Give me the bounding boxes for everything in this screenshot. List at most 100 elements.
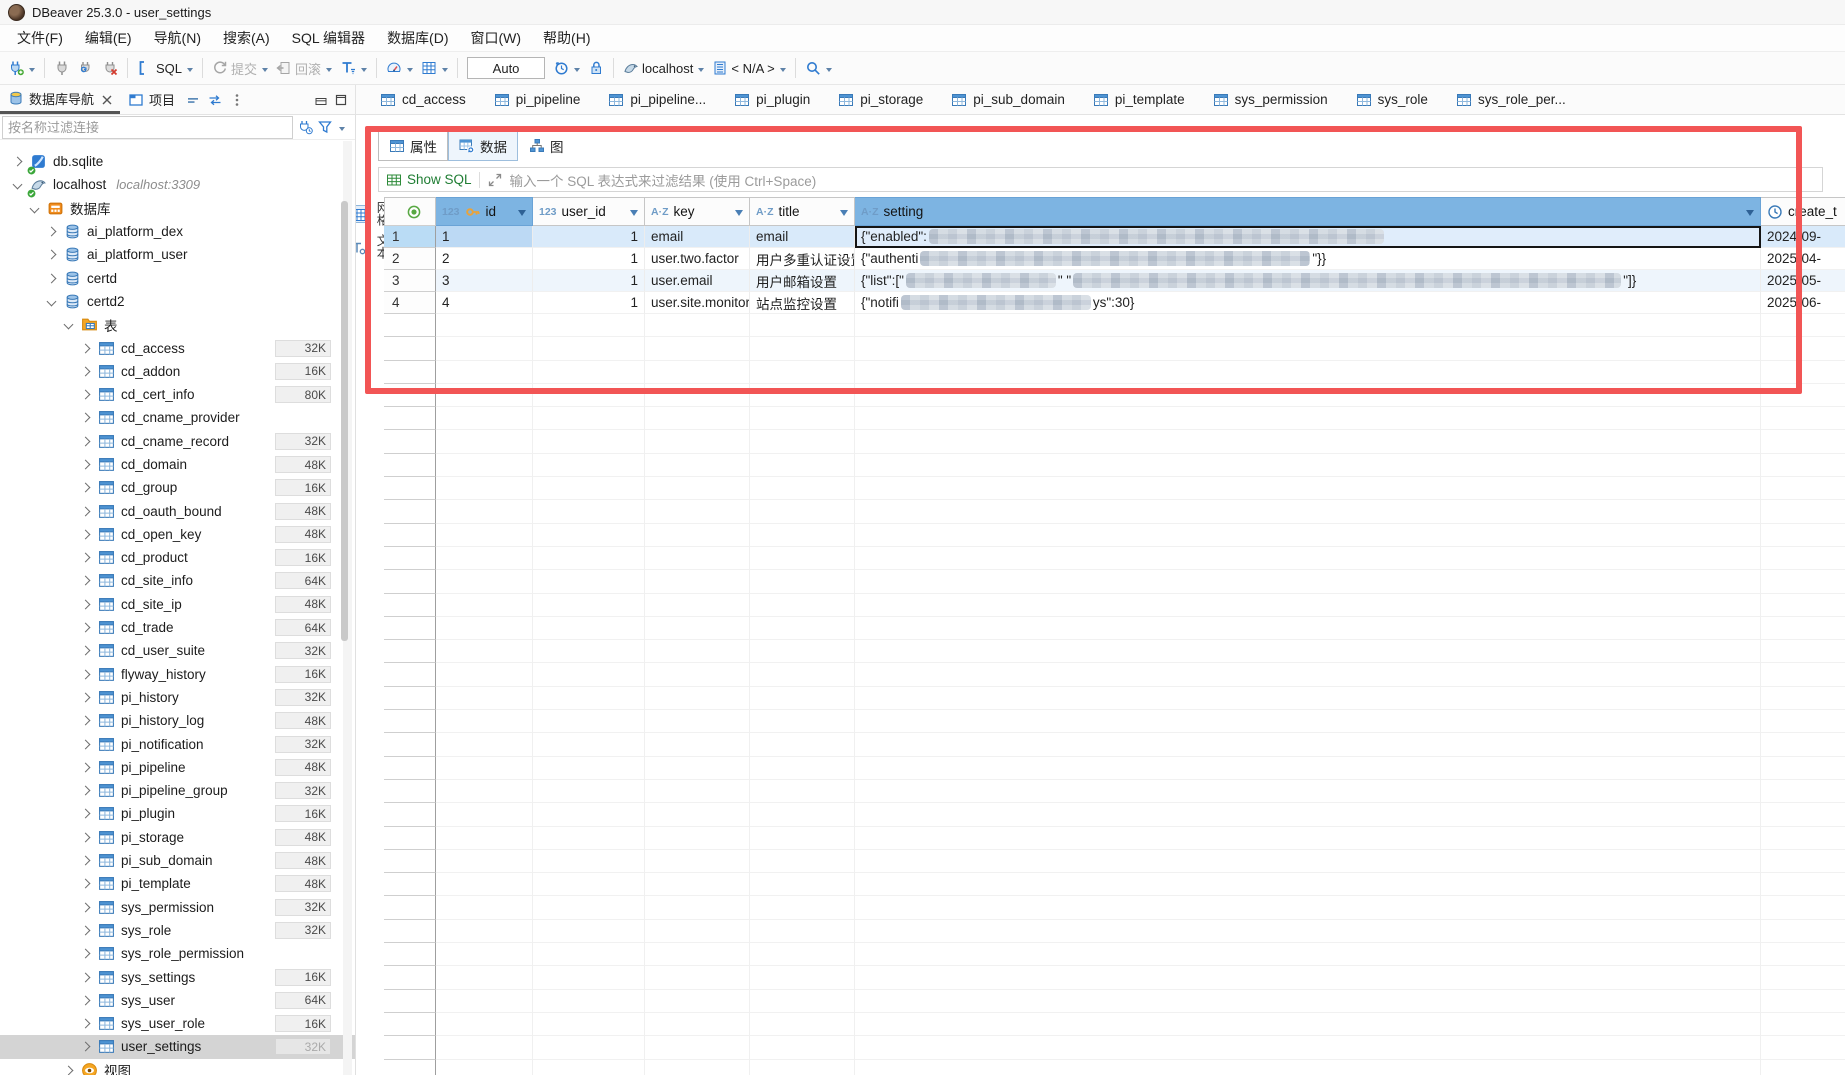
menu-item-5[interactable]: 数据库(D) (376, 25, 459, 51)
cell-title[interactable]: 用户邮箱设置 (750, 270, 855, 292)
grid-row-3[interactable]: 3 3 1 user.email 用户邮箱设置 {"list":["" ""]}… (384, 270, 1845, 292)
tree-item-cd_user_suite[interactable]: cd_user_suite 32K (0, 639, 355, 662)
database-selector[interactable]: < N/A > (708, 57, 789, 79)
cell-setting[interactable]: {"list":["" ""]} (855, 270, 1761, 292)
column-filter-icon[interactable] (735, 210, 743, 220)
row-number[interactable]: 1 (384, 226, 436, 248)
chevron-right-icon[interactable] (81, 902, 91, 912)
chevron-right-icon[interactable] (47, 227, 57, 237)
tree-item-pi_storage[interactable]: pi_storage 48K (0, 826, 355, 849)
cell-key[interactable]: user.site.monitor (645, 292, 750, 314)
connect-button[interactable] (50, 57, 74, 79)
menu-item-3[interactable]: 搜索(A) (212, 25, 281, 51)
grid-row-1[interactable]: 1 1 1 email email {"enabled": 2024-09- (384, 226, 1845, 248)
filter-funnel-button[interactable] (317, 119, 333, 135)
chevron-right-icon[interactable] (81, 529, 91, 539)
tab-database-navigator[interactable]: 数据库导航 (0, 85, 120, 114)
tree-item-sys_user[interactable]: sys_user 64K (0, 989, 355, 1012)
tree-item-cd_site_ip[interactable]: cd_site_ip 48K (0, 593, 355, 616)
chevron-right-icon[interactable] (81, 436, 91, 446)
grid-row-2[interactable]: 2 2 1 user.two.factor 用户多重认证设置 {"authent… (384, 248, 1845, 270)
tree-item-cd_cert_info[interactable]: cd_cert_info 80K (0, 383, 355, 406)
result-tab-数据[interactable]: 数据 (448, 131, 518, 161)
tree-item-视图[interactable]: 视图 (0, 1059, 355, 1075)
tree-item-pi_pipeline_group[interactable]: pi_pipeline_group 32K (0, 779, 355, 802)
tree-item-sys_settings[interactable]: sys_settings 16K (0, 965, 355, 988)
expand-filter-icon[interactable] (487, 172, 503, 188)
tree-item-cd_oauth_bound[interactable]: cd_oauth_bound 48K (0, 499, 355, 522)
tree-item-pi_history[interactable]: pi_history 32K (0, 686, 355, 709)
cell-title[interactable]: 站点监控设置 (750, 292, 855, 314)
tree-item-sys_user_role[interactable]: sys_user_role 16K (0, 1012, 355, 1035)
chevron-right-icon[interactable] (81, 343, 91, 353)
connection-timer-button[interactable] (297, 119, 313, 135)
collapse-all-button[interactable] (185, 92, 201, 108)
row-selector-header[interactable] (384, 197, 436, 226)
cell-key[interactable]: user.email (645, 270, 750, 292)
result-tab-属性[interactable]: 属性 (378, 131, 448, 161)
chevron-right-icon[interactable] (81, 553, 91, 563)
column-filter-icon[interactable] (518, 210, 526, 220)
chevron-down-icon[interactable] (30, 203, 40, 213)
sql-editor-button[interactable]: SQL (133, 57, 197, 79)
tree-item-cd_group[interactable]: cd_group 16K (0, 476, 355, 499)
tree-item-cd_open_key[interactable]: cd_open_key 48K (0, 523, 355, 546)
chevron-down-icon[interactable] (13, 180, 23, 190)
row-number[interactable]: 3 (384, 270, 436, 292)
tree-item-pi_notification[interactable]: pi_notification 32K (0, 732, 355, 755)
chevron-right-icon[interactable] (64, 1065, 74, 1075)
chevron-right-icon[interactable] (47, 250, 57, 260)
menu-item-6[interactable]: 窗口(W) (460, 25, 533, 51)
cell-create-time[interactable]: 2025-04- (1761, 248, 1845, 270)
cell-setting[interactable]: {"enabled": (855, 226, 1761, 248)
chevron-right-icon[interactable] (81, 576, 91, 586)
tree-item-cd_domain[interactable]: cd_domain 48K (0, 453, 355, 476)
cell-setting[interactable]: {"notifiys":30} (855, 292, 1761, 314)
tree-item-cd_cname_provider[interactable]: cd_cname_provider (0, 406, 355, 429)
editor-tab-pi_plugin[interactable]: pi_plugin (724, 88, 824, 112)
cell-user-id[interactable]: 1 (533, 292, 645, 314)
menu-item-1[interactable]: 编辑(E) (74, 25, 143, 51)
tree-item-cd_trade[interactable]: cd_trade 64K (0, 616, 355, 639)
cell-id[interactable]: 2 (436, 248, 533, 270)
chevron-right-icon[interactable] (81, 693, 91, 703)
view-menu-button[interactable] (229, 92, 245, 108)
menu-item-7[interactable]: 帮助(H) (532, 25, 601, 51)
chevron-right-icon[interactable] (81, 1019, 91, 1029)
chevron-down-icon[interactable] (64, 320, 74, 330)
tab-projects[interactable]: 项目 (120, 85, 183, 114)
column-header-title[interactable]: A·Z title (750, 197, 855, 226)
chevron-down-icon[interactable] (47, 296, 57, 306)
tree-item-pi_plugin[interactable]: pi_plugin 16K (0, 802, 355, 825)
column-header-key[interactable]: A·Z key (645, 197, 750, 226)
chevron-down-icon[interactable] (339, 127, 345, 134)
column-header-setting[interactable]: A·Z setting (855, 197, 1761, 226)
editor-tab-pi_sub_domain[interactable]: pi_sub_domain (941, 88, 1079, 112)
column-header-create[interactable]: create_t (1761, 197, 1845, 226)
cell-user-id[interactable]: 1 (533, 248, 645, 270)
column-filter-icon[interactable] (1746, 210, 1754, 220)
tree-item-certd2[interactable]: certd2 (0, 290, 355, 313)
tree-item-表[interactable]: 表 (0, 313, 355, 336)
transaction-mode-button[interactable] (336, 57, 371, 79)
tree-item-db.sqlite[interactable]: db.sqlite (0, 150, 355, 173)
maximize-panel-button[interactable] (333, 92, 349, 108)
chevron-right-icon[interactable] (81, 599, 91, 609)
column-filter-icon[interactable] (630, 210, 638, 220)
cell-create-time[interactable]: 2024-09- (1761, 226, 1845, 248)
connection-filter-input[interactable] (2, 116, 293, 139)
tree-item-flyway_history[interactable]: flyway_history 16K (0, 663, 355, 686)
cell-setting[interactable]: {"authenti"}} (855, 248, 1761, 270)
cell-key[interactable]: user.two.factor (645, 248, 750, 270)
cell-title[interactable]: email (750, 226, 855, 248)
tree-item-cd_addon[interactable]: cd_addon 16K (0, 360, 355, 383)
chevron-right-icon[interactable] (13, 157, 23, 167)
lock-button[interactable] (584, 57, 608, 79)
cell-key[interactable]: email (645, 226, 750, 248)
chevron-right-icon[interactable] (81, 506, 91, 516)
chevron-right-icon[interactable] (81, 366, 91, 376)
row-number[interactable]: 2 (384, 248, 436, 270)
cell-create-time[interactable]: 2025-06- (1761, 292, 1845, 314)
tree-item-sys_role[interactable]: sys_role 32K (0, 919, 355, 942)
tree-item-pi_pipeline[interactable]: pi_pipeline 48K (0, 756, 355, 779)
